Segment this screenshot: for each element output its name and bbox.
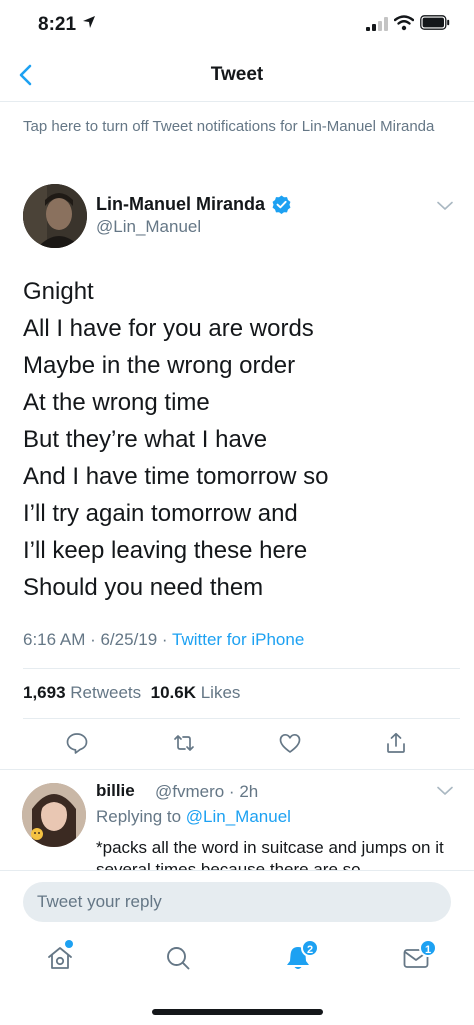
tweet-line: Gnight (23, 278, 94, 305)
verified-badge-icon (272, 195, 291, 214)
status-bar: 8:21 (0, 0, 474, 50)
reply-text: *packs all the word in suitcase and jump… (96, 838, 444, 872)
tweet-reply-input[interactable]: Tweet your reply (23, 882, 451, 922)
home-unread-dot (65, 940, 73, 948)
home-indicator (152, 1009, 323, 1015)
replying-to-prefix: Replying to (96, 807, 186, 826)
reply-user-photo (22, 783, 86, 847)
location-arrow-icon (83, 16, 95, 28)
notifications-badge: 2 (301, 939, 319, 957)
author-avatar[interactable] (23, 184, 87, 248)
likes-count[interactable]: 10.6K (151, 683, 196, 702)
status-time: 8:21 (38, 14, 77, 35)
tweet-text: Gnight All I have for you are words Mayb… (23, 273, 453, 606)
tweet-actions (0, 728, 474, 762)
battery-icon (420, 15, 450, 30)
reply-author-handle[interactable]: @fvmero · 2h (155, 782, 258, 802)
divider (23, 668, 460, 669)
retweets-count[interactable]: 1,693 (23, 683, 66, 702)
chevron-down-icon[interactable] (437, 786, 453, 796)
reply-composer: Tweet your reply (0, 870, 474, 932)
page-title: Tweet (210, 64, 264, 85)
notification-toggle-hint[interactable]: Tap here to turn off Tweet notifications… (23, 117, 443, 137)
cellular-signal-icon (366, 17, 388, 31)
chevron-down-icon[interactable] (437, 201, 453, 211)
author-photo (23, 184, 87, 248)
tweet-line: But they’re what I have (23, 426, 268, 453)
tweet-line: Should you need them (23, 574, 264, 601)
tweet-line: I’ll keep leaving these here (23, 537, 308, 564)
wifi-icon (394, 15, 414, 31)
divider (23, 718, 460, 719)
reply-icon[interactable] (65, 731, 89, 755)
reply-avatar[interactable] (22, 783, 86, 847)
replying-to-link[interactable]: @Lin_Manuel (186, 807, 291, 826)
author-name[interactable]: Lin-Manuel Miranda (96, 194, 265, 215)
replying-to: Replying to @Lin_Manuel (96, 807, 291, 827)
tweet-line: I’ll try again tomorrow and (23, 500, 298, 527)
tweet-line: Maybe in the wrong order (23, 352, 296, 379)
divider (0, 769, 474, 770)
author-handle[interactable]: @Lin_Manuel (96, 217, 201, 237)
reply-author-name[interactable]: billie (96, 781, 135, 801)
share-icon[interactable] (384, 731, 408, 755)
likes-label[interactable]: Likes (201, 683, 241, 702)
tweet-line: And I have time tomorrow so (23, 463, 329, 490)
tweet-stats: 1,693 Retweets 10.6K Likes (23, 683, 240, 703)
like-heart-icon[interactable] (278, 731, 302, 755)
tweet-line: All I have for you are words (23, 315, 314, 342)
tweet-timestamp: 6:16 AM · 6/25/19 · (23, 630, 172, 649)
search-icon[interactable] (164, 944, 192, 972)
nav-bar: Tweet (0, 50, 474, 102)
messages-badge: 1 (419, 939, 437, 957)
home-icon[interactable] (46, 944, 74, 972)
tweet-source-link[interactable]: Twitter for iPhone (172, 630, 304, 649)
retweet-icon[interactable] (172, 731, 196, 755)
tweet-meta: 6:16 AM · 6/25/19 · Twitter for iPhone (23, 630, 304, 650)
retweets-label[interactable]: Retweets (70, 683, 141, 702)
tweet-line: At the wrong time (23, 389, 210, 416)
